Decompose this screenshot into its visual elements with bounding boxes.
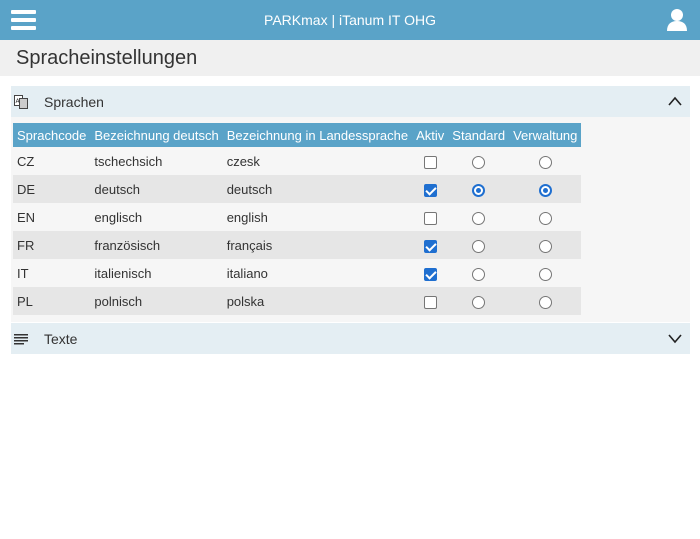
cell-name-de: polnisch <box>90 287 223 315</box>
col-header-standard[interactable]: Standard <box>448 123 510 147</box>
cell-name-local: deutsch <box>222 175 413 203</box>
user-icon[interactable] <box>666 8 688 32</box>
active-checkbox[interactable] <box>423 267 437 281</box>
cell-code: PL <box>13 287 91 315</box>
col-header-sprachcode[interactable]: Sprachcode <box>13 123 91 147</box>
standard-radio[interactable] <box>472 211 486 225</box>
cell-code: CZ <box>13 147 91 175</box>
standard-radio[interactable] <box>472 295 486 309</box>
col-header-aktiv[interactable]: Aktiv <box>412 123 449 147</box>
app-title: PARKmax | iTanum IT OHG <box>264 12 436 28</box>
table-row: IT italienisch italiano <box>13 259 582 287</box>
standard-radio[interactable] <box>472 183 486 197</box>
col-header-bezeichnung-landessprache[interactable]: Bezeichnung in Landessprache <box>222 123 413 147</box>
cell-name-de: italienisch <box>90 259 223 287</box>
panel-header-texte[interactable]: Texte <box>11 323 690 354</box>
page-title: Spracheinstellungen <box>16 47 198 69</box>
table-row: EN englisch english <box>13 203 582 231</box>
chevron-down-icon[interactable] <box>668 332 682 344</box>
cell-code: FR <box>13 231 91 259</box>
table-row: CZ tschechsich czesk <box>13 147 582 175</box>
admin-radio[interactable] <box>538 295 552 309</box>
standard-radio[interactable] <box>472 267 486 281</box>
languages-table: Sprachcode Bezeichnung deutsch Bezeichnu… <box>13 123 582 315</box>
languages-panel-body: Sprachcode Bezeichnung deutsch Bezeichnu… <box>11 117 690 322</box>
cell-name-local: italiano <box>222 259 413 287</box>
cell-name-local: français <box>222 231 413 259</box>
cell-name-local: polska <box>222 287 413 315</box>
active-checkbox[interactable] <box>423 239 437 253</box>
top-bar: PARKmax | iTanum IT OHG <box>0 0 700 40</box>
cell-name-local: czesk <box>222 147 413 175</box>
active-checkbox[interactable] <box>423 295 437 309</box>
table-row: DE deutsch deutsch <box>13 175 582 203</box>
standard-radio[interactable] <box>472 239 486 253</box>
col-header-bezeichnung-deutsch[interactable]: Bezeichnung deutsch <box>90 123 223 147</box>
cell-name-de: tschechsich <box>90 147 223 175</box>
admin-radio[interactable] <box>538 211 552 225</box>
standard-radio[interactable] <box>472 155 486 169</box>
cell-name-de: englisch <box>90 203 223 231</box>
page-header: Spracheinstellungen <box>0 40 700 76</box>
table-row: PL polnisch polska <box>13 287 582 315</box>
active-checkbox[interactable] <box>423 155 437 169</box>
admin-radio[interactable] <box>538 267 552 281</box>
cell-code: DE <box>13 175 91 203</box>
col-header-verwaltung[interactable]: Verwaltung <box>509 123 582 147</box>
active-checkbox[interactable] <box>423 183 437 197</box>
table-header-row: Sprachcode Bezeichnung deutsch Bezeichnu… <box>13 123 582 147</box>
active-checkbox[interactable] <box>423 211 437 225</box>
cell-name-local: english <box>222 203 413 231</box>
cell-name-de: französisch <box>90 231 223 259</box>
table-row: FR französisch français <box>13 231 582 259</box>
admin-radio[interactable] <box>538 239 552 253</box>
cell-code: IT <box>13 259 91 287</box>
panel-label-sprachen: Sprachen <box>44 94 104 110</box>
translate-icon: A <box>14 95 28 109</box>
text-lines-icon <box>14 334 28 345</box>
chevron-up-icon[interactable] <box>668 95 682 107</box>
admin-radio[interactable] <box>538 183 552 197</box>
panel-header-sprachen[interactable]: A Sprachen <box>11 86 690 117</box>
panel-label-texte: Texte <box>44 331 78 347</box>
cell-code: EN <box>13 203 91 231</box>
cell-name-de: deutsch <box>90 175 223 203</box>
admin-radio[interactable] <box>538 155 552 169</box>
